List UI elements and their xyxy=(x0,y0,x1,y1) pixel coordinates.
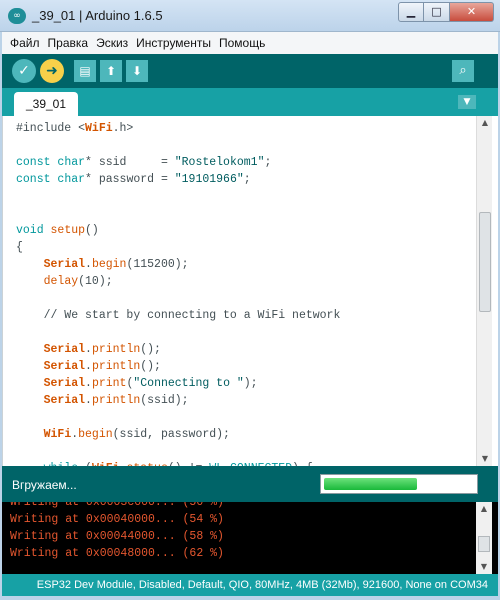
console[interactable]: Writing at 0x0003c000... (50 %) Writing a… xyxy=(2,502,498,574)
console-line: Writing at 0x00040000... (54 %) xyxy=(10,513,224,526)
progress-fill xyxy=(324,478,417,490)
code-line: ​ xyxy=(16,205,472,222)
status-strip: Вгружаем... xyxy=(2,466,498,502)
upload-button[interactable]: ➜ xyxy=(40,59,64,83)
title-bar: ∞ _39_01 | Arduino 1.6.5 ▁ □ ✕ xyxy=(0,0,500,32)
code-line: Serial.println(); xyxy=(43,343,161,356)
new-file-icon: ▤ xyxy=(79,64,91,78)
toolbar: ✓ ➜ ▤ ⬆ ⬇ ⌕ xyxy=(2,54,498,88)
verify-button[interactable]: ✓ xyxy=(12,59,36,83)
code-line: #include <WiFi.h> xyxy=(16,122,134,135)
scroll-down-icon[interactable]: ▼ xyxy=(479,562,489,572)
code-line: WiFi.begin(ssid, password); xyxy=(43,428,230,441)
console-output: Writing at 0x0003c000... (50 %) Writing a… xyxy=(2,502,472,562)
code-line: const char* ssid = "Rostelokom1"; xyxy=(16,156,272,169)
code-editor[interactable]: #include <WiFi.h> ​ const char* ssid = "Ro… xyxy=(2,116,498,466)
code-line: ​ xyxy=(16,443,472,460)
code-line: delay(10); xyxy=(43,275,113,288)
scroll-thumb[interactable] xyxy=(478,536,490,552)
check-icon: ✓ xyxy=(18,63,30,79)
code-line: ​ xyxy=(16,409,472,426)
status-text: Вгружаем... xyxy=(12,478,77,492)
menu-help[interactable]: Помощь xyxy=(219,36,265,50)
console-line: Writing at 0x0003c000... (50 %) xyxy=(10,502,224,509)
scroll-up-icon[interactable]: ▲ xyxy=(479,504,489,514)
tab-strip: _39_01 ▼ xyxy=(2,88,498,116)
tab-sketch[interactable]: _39_01 xyxy=(14,92,78,116)
menu-sketch[interactable]: Эскиз xyxy=(96,36,128,50)
menu-edit[interactable]: Правка xyxy=(48,36,89,50)
serial-monitor-button[interactable]: ⌕ xyxy=(452,60,474,82)
infinity-icon: ∞ xyxy=(8,8,26,24)
editor-scrollbar[interactable]: ▲ ▼ xyxy=(476,116,492,466)
code-line: Serial.print("Connecting to "); xyxy=(43,377,258,390)
console-line: Writing at 0x00044000... (58 %) xyxy=(10,530,224,543)
tab-menu-button[interactable]: ▼ xyxy=(458,95,476,109)
board-info: ESP32 Dev Module, Disabled, Default, QIO… xyxy=(2,574,498,596)
chevron-down-icon: ▼ xyxy=(463,97,471,107)
new-button[interactable]: ▤ xyxy=(74,60,96,82)
menu-tools[interactable]: Инструменты xyxy=(136,36,211,50)
scroll-up-icon[interactable]: ▲ xyxy=(480,118,490,128)
arrow-down-icon: ⬇ xyxy=(131,64,143,78)
arrow-right-icon: ➜ xyxy=(46,63,58,79)
console-scrollbar[interactable]: ▲ ▼ xyxy=(476,502,492,574)
code-line: ​ xyxy=(16,137,472,154)
menu-file[interactable]: Файл xyxy=(10,36,40,50)
maximize-button[interactable]: □ xyxy=(424,2,450,22)
menu-bar: Файл Правка Эскиз Инструменты Помощь xyxy=(2,32,498,54)
upload-progress-bar xyxy=(320,474,478,494)
save-button[interactable]: ⬇ xyxy=(126,60,148,82)
code-area[interactable]: #include <WiFi.h> ​ const char* ssid = "Ro… xyxy=(16,120,472,466)
arrow-up-icon: ⬆ xyxy=(105,64,117,78)
scroll-thumb[interactable] xyxy=(479,212,491,312)
close-button[interactable]: ✕ xyxy=(450,2,494,22)
magnifier-icon: ⌕ xyxy=(459,63,467,78)
code-line: ​ xyxy=(16,290,472,307)
code-line: Serial.println(ssid); xyxy=(43,394,189,407)
code-line: { xyxy=(16,241,23,254)
minimize-button[interactable]: ▁ xyxy=(398,2,424,22)
code-line: ​ xyxy=(16,324,472,341)
window-controls: ▁ □ ✕ xyxy=(398,2,494,22)
console-line: Writing at 0x00048000... (62 %) xyxy=(10,547,224,560)
code-line: Serial.println(); xyxy=(43,360,161,373)
code-line: void setup() xyxy=(16,224,99,237)
code-line: const char* password = "19101966"; xyxy=(16,173,251,186)
code-line: ​ xyxy=(16,188,472,205)
window-title: _39_01 | Arduino 1.6.5 xyxy=(32,8,163,23)
code-line: // We start by connecting to a WiFi netw… xyxy=(16,309,341,322)
code-line: Serial.begin(115200); xyxy=(43,258,189,271)
scroll-down-icon[interactable]: ▼ xyxy=(480,454,490,464)
open-button[interactable]: ⬆ xyxy=(100,60,122,82)
